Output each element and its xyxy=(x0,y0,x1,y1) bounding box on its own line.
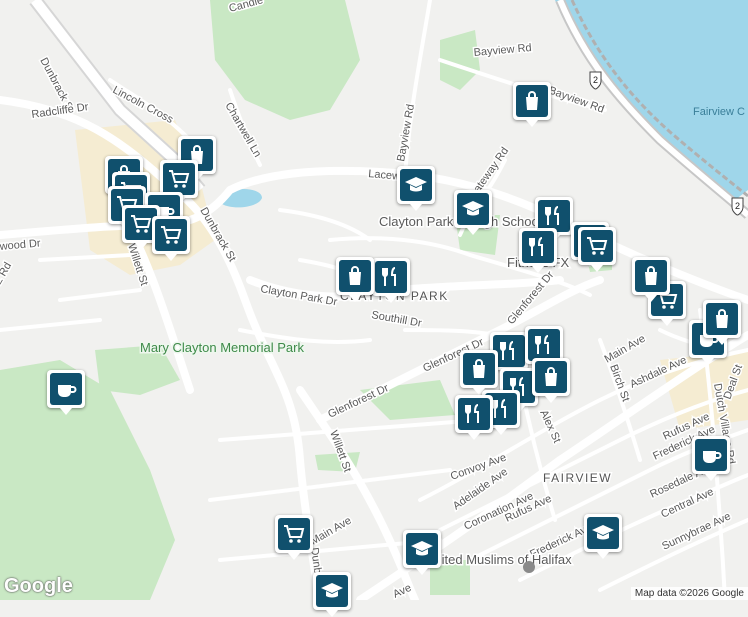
highway-shield-icon: 2 xyxy=(589,71,602,90)
school-pin-icon[interactable] xyxy=(313,572,351,617)
school-pin-icon[interactable] xyxy=(397,166,435,211)
school-pin-icon[interactable] xyxy=(403,530,441,575)
shopping-pin-icon[interactable] xyxy=(513,82,551,127)
water-label: Fairview C xyxy=(693,106,745,118)
school-pin-icon[interactable] xyxy=(584,514,622,559)
restaurant-pin-icon[interactable] xyxy=(519,228,557,273)
shopping-pin-icon[interactable] xyxy=(460,350,498,395)
cafe-pin-icon[interactable] xyxy=(47,370,85,415)
shopping-pin-icon[interactable] xyxy=(632,257,670,302)
restaurant-pin-icon[interactable] xyxy=(372,258,410,303)
map-base: 2 2 Dunbrack St Radcliffe Dr Lincoln Cro… xyxy=(0,0,748,610)
map-canvas[interactable]: 2 2 Dunbrack St Radcliffe Dr Lincoln Cro… xyxy=(0,0,748,617)
google-logo: Google xyxy=(4,575,73,597)
map-attribution[interactable]: Map data ©2026 Google xyxy=(630,587,748,600)
svg-text:2: 2 xyxy=(735,201,740,211)
grocery-pin-icon[interactable] xyxy=(578,227,616,272)
district-label: FAIRVIEW xyxy=(543,471,612,485)
cafe-pin-icon[interactable] xyxy=(692,436,730,481)
school-pin-icon[interactable] xyxy=(454,190,492,235)
place-label: United Muslims of Halifax xyxy=(425,552,572,567)
shopping-pin-icon[interactable] xyxy=(703,300,741,345)
highway-shield-icon: 2 xyxy=(731,197,744,216)
park-label: Mary Clayton Memorial Park xyxy=(140,340,304,355)
restaurant-pin-icon[interactable] xyxy=(455,395,493,440)
shopping-pin-icon[interactable] xyxy=(336,257,374,302)
shopping-pin-icon[interactable] xyxy=(532,358,570,403)
svg-text:2: 2 xyxy=(593,75,598,85)
grocery-pin-icon[interactable] xyxy=(275,515,313,560)
grocery-pin-icon[interactable] xyxy=(152,216,190,261)
